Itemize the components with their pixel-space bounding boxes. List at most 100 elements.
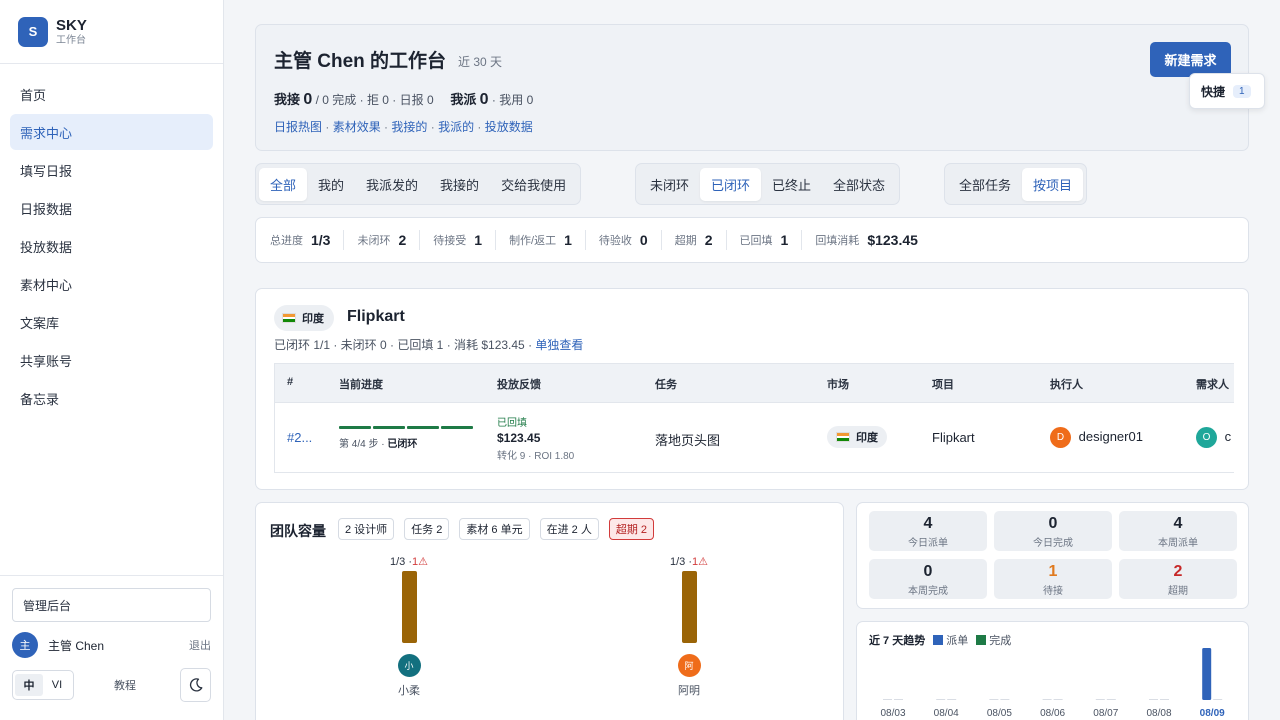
sidebar-item-5[interactable]: 素材中心 [10, 266, 213, 302]
kpi-tile-3[interactable]: 0 本周完成 [869, 558, 987, 599]
filter-status-option-1[interactable]: 已闭环 [700, 167, 762, 201]
logout-button[interactable]: 退出 [189, 637, 211, 653]
date-range: 近 30 天 [458, 55, 503, 69]
india-flag-icon [282, 313, 296, 323]
column-header-2[interactable]: 投放反馈 [497, 376, 541, 392]
summary-stat-value: 1 [474, 232, 483, 248]
executor-name: designer01 [1078, 428, 1143, 444]
kpi-tile-5[interactable]: 2 超期 [1119, 558, 1237, 599]
team-title: 团队容量 [270, 523, 326, 539]
team-chip-2: 素材 6 单元 [459, 518, 530, 540]
grouping-filter: 全部任务 按项目 [944, 163, 1088, 205]
kpi-tile-1[interactable]: 0 今日完成 [994, 511, 1112, 551]
kpi-tile-4[interactable]: 1 待接 [994, 558, 1112, 599]
member-ratio: 1/3 · [389, 556, 412, 568]
task-name: 落地页头图 [655, 433, 721, 448]
feedback-conversion: 转化 9 · ROI 1.80 [497, 451, 575, 462]
progress-step-segment [373, 426, 405, 429]
summary-stat-value: 2 [704, 232, 713, 248]
row-market: 印度 [856, 432, 878, 444]
sidebar-item-8[interactable]: 备忘录 [10, 380, 213, 416]
summary-stat-label: 待接受 [433, 235, 467, 247]
header-link-4[interactable]: 投放数据 [485, 120, 533, 134]
x-tick-label: 08/05 [987, 708, 1012, 719]
sidebar-item-3[interactable]: 日报数据 [10, 190, 213, 226]
filter-grouping-option-0[interactable]: 全部任务 [948, 168, 1022, 201]
member-avatar: 阿 [677, 654, 701, 677]
brand[interactable]: S SKY 工作台 [0, 0, 223, 64]
member-ratio: 1/3 · [669, 556, 692, 568]
bar-派单-08/09[interactable] [1202, 648, 1212, 700]
stat-received-value: 0 [303, 91, 313, 108]
column-header-4[interactable]: 市场 [827, 376, 849, 392]
filter-status-option-3[interactable]: 全部状态 [822, 168, 896, 201]
sidebar-item-4[interactable]: 投放数据 [10, 228, 213, 264]
column-header-0[interactable]: # [287, 376, 293, 388]
kpi-value: 0 [1048, 515, 1058, 532]
tutorial-link[interactable]: 教程 [114, 677, 136, 693]
progress-step-segment [407, 426, 439, 429]
column-header-6[interactable]: 执行人 [1050, 376, 1083, 392]
filter-status-option-0[interactable]: 未闭环 [639, 168, 700, 201]
warning-icon: ⚠ [698, 556, 708, 568]
sidebar-item-7[interactable]: 共享账号 [10, 342, 213, 378]
filter-scope-option-4[interactable]: 交给我使用 [490, 168, 577, 201]
kpi-tile-2[interactable]: 4 本周派单 [1119, 511, 1237, 551]
brand-name: SKY [56, 16, 87, 34]
trend-chart-card: 近 7 天趋势 派单 完成 08/03 08/04 08/05 08/06 08/07 0… [856, 621, 1249, 720]
column-header-7[interactable]: 需求人 [1196, 376, 1229, 392]
team-member[interactable]: 1/3 ·1⚠ 阿阿明 [649, 555, 729, 698]
kpi-label: 今日派单 [908, 538, 948, 549]
feedback-amount: $123.45 [497, 431, 541, 445]
filter-scope-option-1[interactable]: 我的 [307, 168, 355, 201]
kpi-label: 本周完成 [908, 585, 948, 597]
team-member[interactable]: 1/3 ·1⚠ 小小柔 [369, 555, 449, 698]
kpi-label: 本周派单 [1158, 538, 1198, 549]
admin-button[interactable]: 管理后台 [12, 588, 211, 622]
moon-icon [189, 678, 202, 692]
row-project: Flipkart [932, 430, 975, 445]
sidebar-item-1[interactable]: 需求中心 [10, 114, 213, 150]
column-header-5[interactable]: 项目 [932, 376, 954, 392]
x-tick-label: 08/03 [880, 708, 905, 719]
kpi-value: 2 [1173, 562, 1183, 580]
view-project-link[interactable]: 单独查看 [535, 338, 583, 352]
filter-status-option-2[interactable]: 已终止 [761, 168, 822, 201]
team-chip-3: 在进 2 人 [539, 518, 599, 540]
sidebar-nav: 首页 需求中心 填写日报 日报数据 投放数据 素材中心 文案库 共享账号 备忘录 [0, 64, 223, 416]
dashboard-header: 主管 Chen 的工作台 近 30 天 我接 0 / 0 完成 · 拒 0 · … [255, 24, 1249, 151]
requester-name: c [1224, 428, 1232, 444]
table-row[interactable]: #2... 第 4/4 步 · 已闭环 已回填 $123.45 转化 9 · R… [275, 403, 1234, 472]
new-request-button[interactable]: 新建需求 [1150, 42, 1231, 77]
filter-grouping-option-1[interactable]: 按项目 [1022, 167, 1084, 201]
sidebar-item-6[interactable]: 文案库 [10, 304, 213, 340]
kpi-tile-0[interactable]: 4 今日派单 [869, 511, 987, 551]
project-meta: 已闭环 1/1 · 未闭环 0 · 已回填 1 · 消耗 $123.45 · 单… [274, 336, 583, 353]
scope-filter: 全部 我的 我派发的 我接的 交给我使用 [255, 163, 582, 205]
header-link-0[interactable]: 日报热图 [274, 120, 322, 134]
column-header-3[interactable]: 任务 [655, 376, 677, 392]
theme-toggle-button[interactable] [180, 668, 211, 702]
project-meta-text: 已闭环 1/1 · 未闭环 0 · 已回填 1 · 消耗 $123.45 · [274, 338, 533, 352]
quick-actions-button[interactable]: 快捷 1 [1189, 73, 1265, 109]
header-link-1[interactable]: 素材效果 [333, 120, 381, 134]
filter-scope-option-0[interactable]: 全部 [259, 167, 308, 201]
task-id-link[interactable]: #2... [287, 430, 312, 445]
summary-stat-label: 制作/返工 [509, 235, 557, 247]
filter-scope-option-2[interactable]: 我派发的 [355, 168, 429, 201]
summary-stat-label: 总进度 [270, 235, 303, 247]
lang-option-vi[interactable]: VI [43, 674, 71, 696]
kpi-value: 0 [923, 562, 933, 580]
sidebar-item-0[interactable]: 首页 [10, 76, 213, 112]
header-link-3[interactable]: 我派的 [438, 120, 474, 134]
lang-option-zh[interactable]: 中 [15, 674, 43, 696]
header-link-2[interactable]: 我接的 [391, 120, 427, 134]
summary-stat-value: 0 [639, 232, 648, 248]
stat-assigned-label: 我派 [450, 92, 477, 107]
kpi-value: 4 [1173, 515, 1183, 532]
sidebar-item-2[interactable]: 填写日报 [10, 152, 213, 188]
project-card: 印度 Flipkart 已闭环 1/1 · 未闭环 0 · 已回填 1 · 消耗… [255, 288, 1249, 490]
column-header-1[interactable]: 当前进度 [339, 376, 383, 392]
filter-scope-option-3[interactable]: 我接的 [429, 168, 490, 201]
header-stats: 我接 0 / 0 完成 · 拒 0 · 日报 0 我派 0 · 我用 0 [274, 89, 533, 109]
